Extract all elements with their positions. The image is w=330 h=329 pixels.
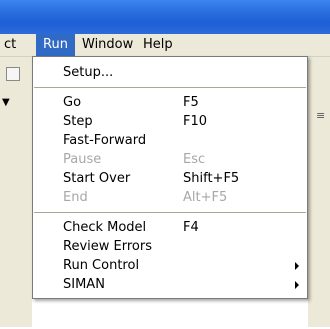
menu-item-setup[interactable]: Setup... <box>33 64 307 82</box>
toolbar-area-right: ≡ <box>308 57 330 327</box>
submenu-arrow-icon <box>295 262 299 270</box>
toolbar-area: ▼ <box>0 57 32 327</box>
toolbar-dropdown-arrow-icon[interactable]: ▼ <box>2 97 10 109</box>
menu-bar: ct Run Window Help <box>0 34 330 57</box>
toolbar-page-icon[interactable] <box>6 67 20 81</box>
menu-separator <box>34 212 306 213</box>
menu-item-check-model[interactable]: Check Model F4 <box>33 219 307 237</box>
menu-separator <box>34 87 306 88</box>
menu-window[interactable]: Window <box>75 34 140 56</box>
run-menu-dropdown: Setup... Go F5 Step F10 Fast-Forward Pau… <box>32 56 308 299</box>
menu-item-review-errors[interactable]: Review Errors <box>33 238 307 256</box>
submenu-arrow-icon <box>295 281 299 289</box>
menu-item-start-over[interactable]: Start Over Shift+F5 <box>33 170 307 188</box>
toolbar-grip-icon: ≡ <box>316 109 326 122</box>
menu-item-go[interactable]: Go F5 <box>33 94 307 112</box>
menu-item-step[interactable]: Step F10 <box>33 113 307 131</box>
menu-help[interactable]: Help <box>136 34 180 56</box>
menu-item-pause: Pause Esc <box>63 152 206 167</box>
menu-item-run-control[interactable]: Run Control <box>33 257 307 275</box>
title-bar <box>0 0 330 34</box>
menu-item-siman[interactable]: SIMAN <box>33 276 307 294</box>
menu-item-end: End Alt+F5 <box>63 190 228 205</box>
menu-run[interactable]: Run <box>36 34 75 56</box>
menu-item-fast-forward[interactable]: Fast-Forward <box>33 132 307 150</box>
menu-project[interactable]: ct <box>0 34 23 56</box>
